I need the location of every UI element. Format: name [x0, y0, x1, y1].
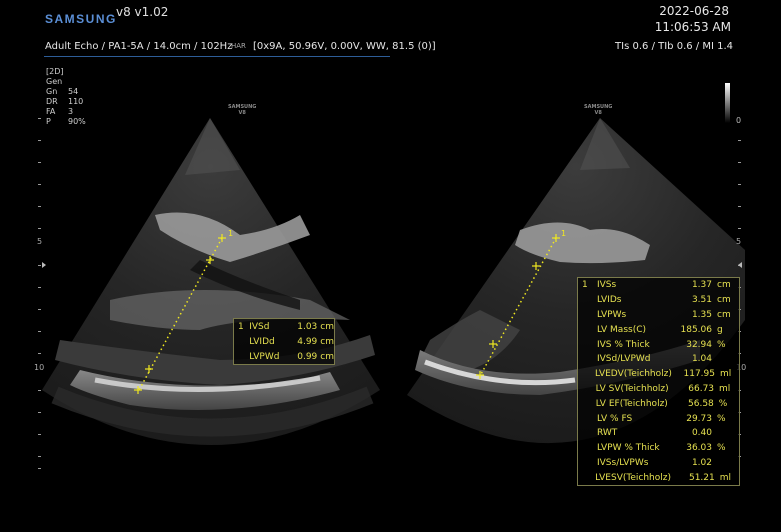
depth-mark-5-left: 5	[37, 237, 43, 246]
watermark-right: SAMSUNG V8	[584, 104, 613, 116]
measurement-row: 1 IVSd 1.03 cm	[238, 321, 334, 332]
measurement-row: LVESV(Teichholz) 51.21 ml	[595, 472, 732, 483]
measurement-row: LVIDd 4.99 cm	[249, 336, 334, 347]
measurement-row: LVIDs 3.51 cm	[597, 295, 731, 306]
measurement-row: LVPW % Thick 36.03%	[597, 443, 726, 454]
measurement-row: LVEDV(Teichholz) 117.95 ml	[594, 369, 732, 380]
measurement-row: LVPWs 1.35 cm	[597, 309, 731, 320]
measurement-row: IVS % Thick 32.94%	[597, 339, 726, 350]
measurement-row: LVPWd 0.99 cm	[249, 351, 334, 362]
depth-mark-10-left: 10	[34, 363, 45, 372]
right-measurement-results[interactable]: 1 IVSs 1.37 cm LVIDs 3.51 cm LVPWs 1.35 cm LV Mass…	[577, 277, 740, 487]
grayscale-label: 0	[736, 116, 742, 125]
grayscale-bar	[725, 83, 730, 123]
focus-marker-left	[42, 262, 46, 268]
measurement-row: 1 IVSs 1.37 cm	[582, 280, 731, 291]
measurement-row: LV Mass(C) 185.06 g	[597, 324, 723, 335]
watermark-left: SAMSUNG V8	[228, 104, 257, 116]
right-caliper-label: 1	[561, 229, 566, 238]
measurement-row: LV % FS 29.73%	[597, 413, 726, 424]
measurement-row: LV SV(Teichholz) 66.73 ml	[595, 383, 731, 394]
left-caliper-label: 1	[228, 229, 233, 238]
measurement-row: IVSd/LVPWd 1.04	[597, 354, 712, 365]
left-depth-ruler	[38, 118, 41, 469]
depth-mark-5-right: 5	[736, 237, 742, 246]
measurement-row: IVSs/LVPWs 1.02	[597, 457, 712, 468]
measurement-row: LV EF(Teichholz) 56.58%	[595, 398, 728, 409]
left-measurement-results[interactable]: 1 IVSd 1.03 cm LVIDd 4.99 cm LVPWd 0.99 cm	[233, 318, 335, 365]
measurement-row: RWT 0.40	[597, 428, 712, 439]
left-2d-image	[42, 118, 380, 445]
